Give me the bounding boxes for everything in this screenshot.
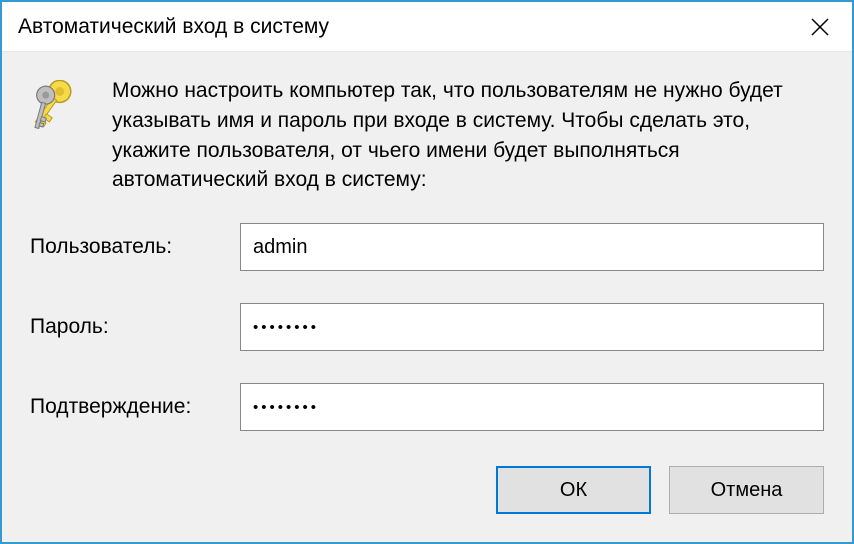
intro-section: Можно настроить компьютер так, что польз… <box>30 76 824 195</box>
auto-login-dialog: Автоматический вход в систему <box>0 0 854 544</box>
close-button[interactable] <box>800 9 840 45</box>
username-input[interactable] <box>240 223 824 271</box>
password-row: Пароль: <box>30 303 824 351</box>
keys-icon <box>30 80 90 150</box>
ok-button[interactable]: ОК <box>496 466 651 514</box>
username-label: Пользователь: <box>30 235 240 259</box>
dialog-body: Можно настроить компьютер так, что польз… <box>2 52 852 542</box>
username-row: Пользователь: <box>30 223 824 271</box>
cancel-button[interactable]: Отмена <box>669 466 824 514</box>
close-icon <box>811 18 829 36</box>
titlebar: Автоматический вход в систему <box>2 2 852 52</box>
button-row: ОК Отмена <box>30 466 824 522</box>
confirm-input[interactable] <box>240 383 824 431</box>
password-label: Пароль: <box>30 315 240 339</box>
confirm-row: Подтверждение: <box>30 383 824 431</box>
form: Пользователь: Пароль: Подтверждение: <box>30 223 824 431</box>
password-input[interactable] <box>240 303 824 351</box>
dialog-title: Автоматический вход в систему <box>18 15 329 39</box>
confirm-label: Подтверждение: <box>30 395 240 419</box>
dialog-description: Можно настроить компьютер так, что польз… <box>112 76 824 195</box>
